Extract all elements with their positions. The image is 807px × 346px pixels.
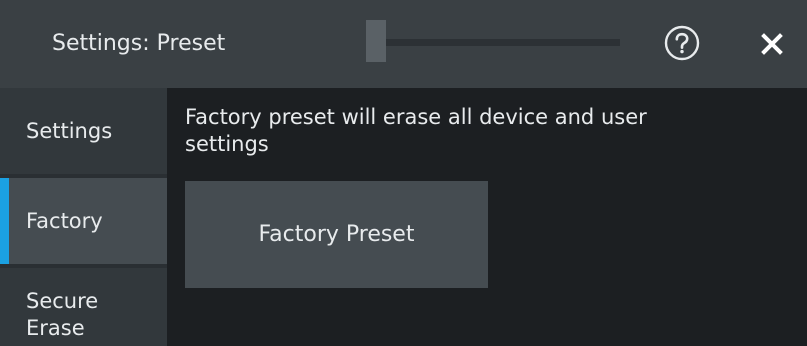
close-button[interactable] xyxy=(752,24,792,64)
dialog-title: Settings: Preset xyxy=(52,31,226,56)
factory-preset-button[interactable]: Factory Preset xyxy=(185,181,488,288)
question-circle-icon xyxy=(664,25,700,61)
sidebar-item-secure-erase[interactable]: Secure Erase xyxy=(0,268,167,346)
sidebar-item-label: Factory xyxy=(26,209,103,233)
transparency-slider-handle[interactable] xyxy=(366,20,386,62)
sidebar-item-factory[interactable]: Factory xyxy=(0,178,167,264)
transparency-slider-track[interactable] xyxy=(366,39,620,46)
close-icon xyxy=(761,33,783,55)
title-bar[interactable]: Settings: Preset xyxy=(0,0,807,88)
main-content: Factory preset will erase all device and… xyxy=(167,88,807,346)
sidebar-item-label: Secure Erase xyxy=(26,289,99,340)
sidebar: Settings Factory Secure Erase xyxy=(0,88,167,346)
factory-preset-button-label: Factory Preset xyxy=(258,222,415,247)
settings-preset-dialog: Settings: Preset Settings Factory Secure… xyxy=(0,0,807,346)
sidebar-item-label: Settings xyxy=(26,119,113,143)
active-indicator xyxy=(0,178,9,264)
sidebar-item-settings[interactable]: Settings xyxy=(0,88,167,174)
help-button[interactable] xyxy=(663,24,701,62)
preset-description: Factory preset will erase all device and… xyxy=(185,105,647,156)
